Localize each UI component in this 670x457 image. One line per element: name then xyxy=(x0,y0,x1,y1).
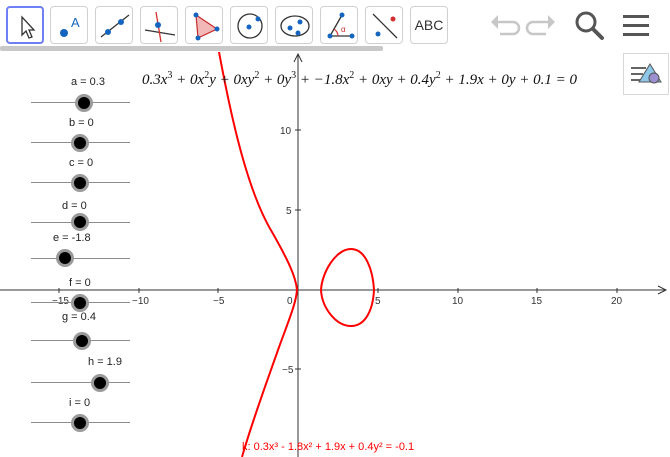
perpendicular-tool[interactable] xyxy=(140,6,178,44)
y-tick-label: 5 xyxy=(286,206,292,217)
point-tool[interactable]: A xyxy=(50,6,88,44)
slider-knob[interactable] xyxy=(71,414,89,432)
angle-tool[interactable]: α xyxy=(320,6,358,44)
style-bar-toggle-button[interactable] xyxy=(623,53,669,95)
ellipse-tool[interactable] xyxy=(275,6,313,44)
slider-knob[interactable] xyxy=(71,213,89,231)
search-button[interactable] xyxy=(572,8,606,47)
style-bar-icon xyxy=(631,63,662,84)
slider-knob[interactable] xyxy=(91,374,109,392)
menu-icon xyxy=(623,15,649,36)
line-icon xyxy=(100,14,130,38)
toolbar: A α ABC xyxy=(0,0,670,52)
slider-knob[interactable] xyxy=(56,249,74,267)
x-tick-label: 0 xyxy=(287,296,293,307)
equation-text: 0.3x3 + 0x2y + 0xy2 + 0y3 + −1.8x2 + 0xy… xyxy=(142,70,578,88)
slider-knob[interactable] xyxy=(75,94,93,112)
undo-icon xyxy=(491,15,521,36)
circle-tool[interactable] xyxy=(230,6,268,44)
curve-k-oval[interactable] xyxy=(319,247,376,328)
slider-label: h = 1.9 xyxy=(88,356,122,368)
reflect-icon xyxy=(372,13,398,39)
perpendicular-line-icon xyxy=(144,11,176,43)
svg-text:α: α xyxy=(341,25,346,34)
circle-icon xyxy=(237,13,263,39)
slider-label: d = 0 xyxy=(62,200,87,212)
slider-knob[interactable] xyxy=(71,294,89,312)
line-tool[interactable] xyxy=(95,6,133,44)
undo-button[interactable] xyxy=(488,10,522,47)
slider-track[interactable] xyxy=(31,382,130,383)
toolbar-scroll-indicator xyxy=(0,46,383,51)
cursor-arrow-icon xyxy=(21,15,36,39)
polygon-tool[interactable] xyxy=(185,6,223,44)
redo-icon xyxy=(525,15,555,36)
redo-button[interactable] xyxy=(524,10,558,47)
polygon-icon xyxy=(193,12,220,41)
move-tool[interactable] xyxy=(6,6,44,44)
graphics-view[interactable]: −15 −10 −5 0 5 10 15 20 10 5 −5 xyxy=(0,52,670,457)
slider-label: b = 0 xyxy=(69,117,94,129)
slider-knob[interactable] xyxy=(71,134,89,152)
curve-k-label[interactable]: k: 0.3x³ - 1.8x² + 1.9x + 0.4y² = -0.1 xyxy=(242,441,414,453)
reflect-tool[interactable] xyxy=(365,6,403,44)
slider-label: f = 0 xyxy=(69,277,91,289)
slider-label: a = 0.3 xyxy=(71,76,105,88)
x-tick-label: −5 xyxy=(213,296,225,307)
search-icon xyxy=(575,11,604,40)
point-icon: A xyxy=(60,15,80,37)
ellipse-icon xyxy=(280,15,310,37)
slider-label: g = 0.4 xyxy=(62,311,96,323)
x-tick-label: 15 xyxy=(531,296,543,307)
slider-knob[interactable] xyxy=(73,332,91,350)
main-menu-button[interactable] xyxy=(620,10,652,47)
slider-knob[interactable] xyxy=(71,174,89,192)
slider-label: e = -1.8 xyxy=(53,232,91,244)
x-tick-label: 20 xyxy=(611,296,623,307)
slider-label: c = 0 xyxy=(69,157,94,169)
svg-text:A: A xyxy=(71,15,80,30)
text-tool[interactable]: ABC xyxy=(410,6,448,44)
x-axis-ticks: −15 −10 −5 0 5 10 15 20 xyxy=(52,288,623,307)
slider-label: i = 0 xyxy=(69,397,91,409)
text-tool-label: ABC xyxy=(414,17,444,33)
slider-track[interactable] xyxy=(31,258,130,259)
x-tick-label: 5 xyxy=(375,296,381,307)
y-tick-label: −5 xyxy=(282,365,294,376)
y-tick-label: 10 xyxy=(280,126,292,137)
x-tick-label: −10 xyxy=(132,296,149,307)
curve-k-branch[interactable] xyxy=(218,52,299,457)
angle-icon: α xyxy=(327,12,355,39)
x-tick-label: 10 xyxy=(452,296,464,307)
